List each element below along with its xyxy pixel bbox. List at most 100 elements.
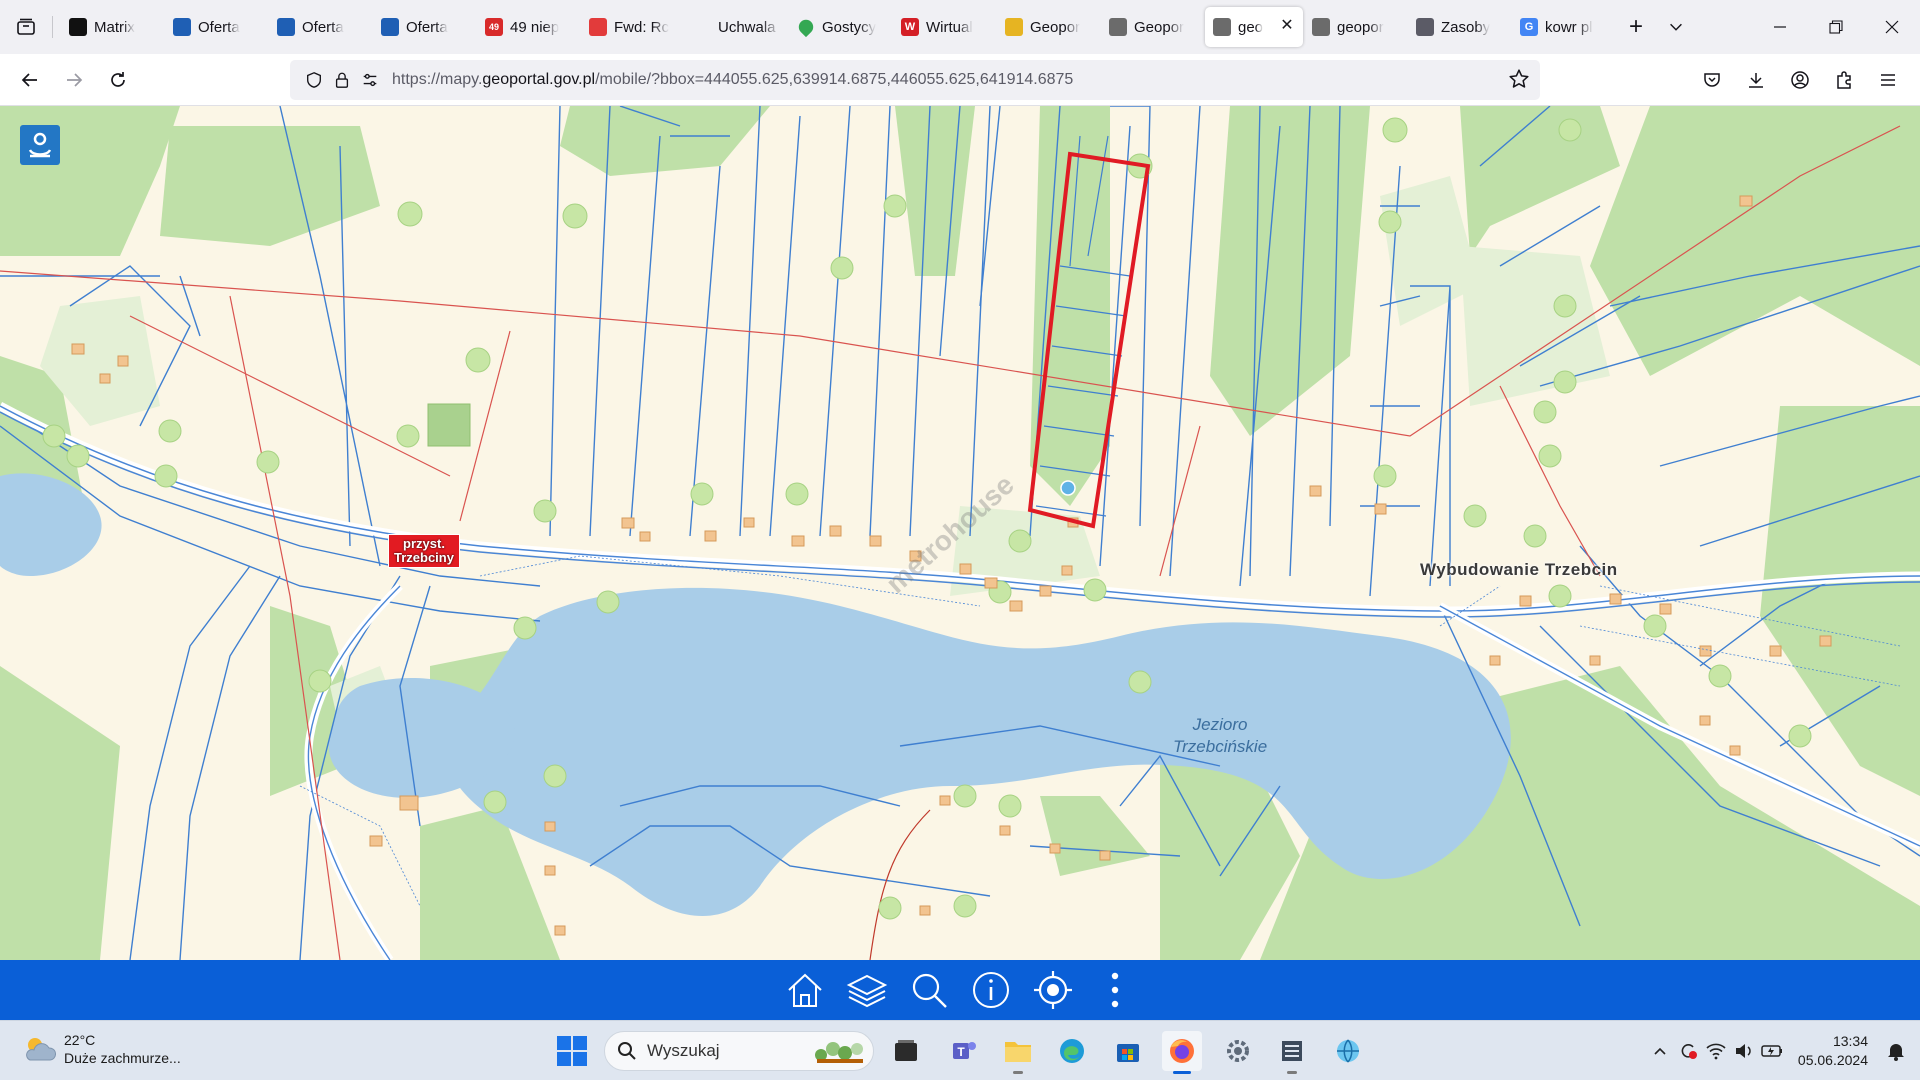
browser-tab[interactable]: Zasoby <box>1408 7 1511 47</box>
tab-title: Matrix <box>94 18 135 36</box>
browser-tab[interactable]: Matrix <box>61 7 164 47</box>
tab-list: Matrix Oferta Oferta Oferta 49 49 niep Fwd: Rc… <box>53 7 1616 47</box>
reload-button[interactable] <box>96 58 140 102</box>
speaker-icon <box>1735 1044 1751 1058</box>
account-button[interactable] <box>1778 58 1822 102</box>
star-icon <box>1509 69 1529 88</box>
home-button[interactable] <box>783 966 827 1014</box>
wp-icon: W <box>901 18 919 36</box>
tab-title: Oferta <box>302 18 344 36</box>
taskbar-edge[interactable] <box>1052 1031 1092 1071</box>
url-path: /mobile/?bbox=444055.625,639914.6875,446… <box>595 71 1074 88</box>
taskbar-search-box[interactable]: Wyszukaj <box>604 1031 874 1071</box>
pocket-button[interactable] <box>1690 58 1734 102</box>
browser-tab[interactable]: Oferta <box>269 7 372 47</box>
close-window-button[interactable] <box>1864 0 1920 54</box>
taskbar-archive-app[interactable] <box>1272 1031 1312 1074</box>
restore-button[interactable] <box>1808 0 1864 54</box>
lake-label-line1: Jezioro <box>1192 715 1248 734</box>
list-all-tabs-button[interactable] <box>1656 7 1696 47</box>
window-controls <box>1752 0 1920 54</box>
bus-stop-label-line2: Trzebciny <box>394 550 454 565</box>
new-tab-button[interactable]: + <box>1616 7 1656 47</box>
running-indicator <box>1173 1071 1191 1074</box>
wifi-button[interactable] <box>1702 1037 1730 1065</box>
edge-icon <box>1060 1039 1084 1063</box>
more-options-button[interactable] <box>1093 966 1137 1014</box>
tab-title: Geopor <box>1030 18 1081 36</box>
bell-icon <box>1888 1044 1904 1061</box>
layers-button[interactable] <box>845 966 889 1014</box>
locate-me-button[interactable] <box>1031 966 1075 1014</box>
taskbar-teams[interactable]: T <box>944 1031 984 1071</box>
bus-stop-label-line1: przyst. <box>403 536 445 551</box>
map-viewport[interactable]: metrohouse przyst. Trzebciny Wybudowanie… <box>0 106 1920 960</box>
browser-tab[interactable]: Oferta <box>373 7 476 47</box>
bus-stop-label[interactable]: przyst. Trzebciny <box>388 534 460 568</box>
browser-tab[interactable]: Gkowr pl <box>1512 7 1615 47</box>
minimize-button[interactable] <box>1752 0 1808 54</box>
browser-tab[interactable]: Fwd: Rc <box>581 7 684 47</box>
oferta-icon <box>381 18 399 36</box>
lock-icon <box>335 72 349 88</box>
browser-tab[interactable]: Uchwala Nr <box>685 7 788 47</box>
browser-tab[interactable]: Gostycy <box>789 7 892 47</box>
running-indicator <box>1013 1071 1023 1074</box>
browser-tab[interactable]: Geopor <box>1101 7 1204 47</box>
running-indicator <box>1287 1071 1297 1074</box>
location-marker[interactable] <box>1060 480 1076 496</box>
taskbar-store[interactable] <box>1108 1031 1148 1071</box>
address-bar[interactable]: https://mapy.geoportal.gov.pl/mobile/?bb… <box>290 60 1540 100</box>
browser-tab[interactable]: Geopor <box>997 7 1100 47</box>
permissions-icon[interactable] <box>356 66 384 94</box>
svg-text:T: T <box>957 1045 965 1059</box>
browser-tab[interactable]: Oferta <box>165 7 268 47</box>
browser-tab[interactable]: geo ✕ <box>1205 7 1303 47</box>
lake-label: Jezioro Trzebcińskie <box>1173 714 1267 758</box>
start-button[interactable] <box>556 1035 588 1070</box>
downloads-button[interactable] <box>1734 58 1778 102</box>
taskbar-network-app[interactable] <box>1328 1031 1368 1071</box>
shield-icon <box>307 72 321 88</box>
taskbar-settings[interactable] <box>1218 1031 1258 1071</box>
url-text[interactable]: https://mapy.geoportal.gov.pl/mobile/?bb… <box>392 71 1073 89</box>
tab-title: Geopor <box>1134 18 1185 36</box>
forward-button[interactable] <box>52 58 96 102</box>
app-menu-button[interactable] <box>1866 58 1910 102</box>
firefox-view-button[interactable] <box>0 0 52 54</box>
browser-tab[interactable]: W Wirtual <box>893 7 996 47</box>
windows-taskbar: 22°C Duże zachmurze... Wyszukaj T 13:34 … <box>0 1020 1920 1080</box>
notifications-button[interactable] <box>1882 1037 1910 1065</box>
google-icon: G <box>1520 18 1538 36</box>
taskbar-firefox[interactable] <box>1162 1031 1202 1074</box>
search-map-button[interactable] <box>907 966 951 1014</box>
minimize-icon <box>1774 26 1786 28</box>
volume-button[interactable] <box>1730 1037 1758 1065</box>
tab-title: geopor <box>1337 18 1384 36</box>
back-button[interactable] <box>8 58 52 102</box>
tab-title: Fwd: Rc <box>614 18 670 36</box>
account-icon <box>1791 71 1809 89</box>
download-icon <box>1749 73 1763 88</box>
extensions-button[interactable] <box>1822 58 1866 102</box>
site-security-icon[interactable] <box>328 66 356 94</box>
sync-status-button[interactable] <box>1674 1037 1702 1065</box>
browser-tab[interactable]: geopor <box>1304 7 1407 47</box>
battery-button[interactable] <box>1758 1037 1786 1065</box>
taskbar-task-view[interactable] <box>886 1031 926 1071</box>
folder-icon <box>1005 1042 1031 1062</box>
close-tab-icon[interactable]: ✕ <box>1279 18 1295 34</box>
browser-tab[interactable]: 49 49 niep <box>477 7 580 47</box>
sliders-icon <box>363 73 377 87</box>
tracking-protection-icon[interactable] <box>300 66 328 94</box>
geoportal-logo[interactable] <box>20 125 60 165</box>
taskbar-clock[interactable]: 13:34 05.06.2024 <box>1798 1032 1868 1070</box>
info-button[interactable] <box>969 966 1013 1014</box>
bookmark-star-button[interactable] <box>1508 68 1530 93</box>
weather-widget[interactable]: 22°C Duże zachmurze... <box>22 1031 181 1067</box>
taskbar-file-explorer[interactable] <box>998 1031 1038 1074</box>
pocket-icon <box>1704 73 1720 87</box>
tab-title: Uchwala Nr <box>718 18 780 36</box>
show-hidden-icons-button[interactable] <box>1646 1037 1674 1065</box>
geoportal-logo-icon <box>28 132 52 158</box>
